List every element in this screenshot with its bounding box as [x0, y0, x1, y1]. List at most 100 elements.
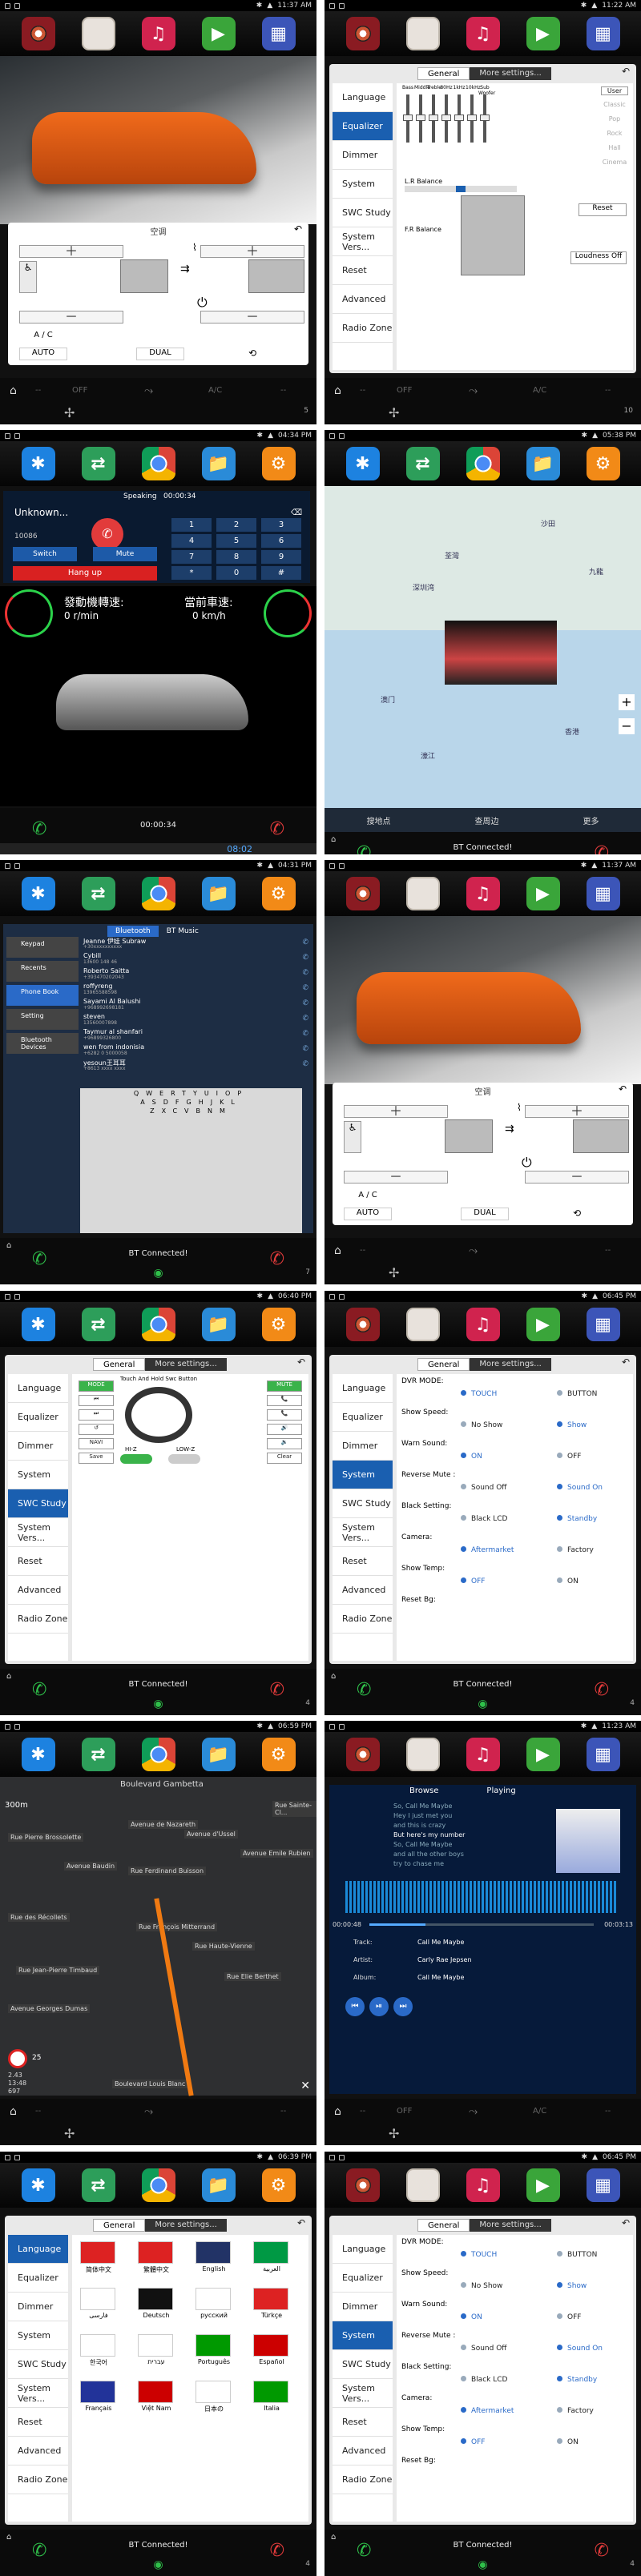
- video-app-icon[interactable]: ▶: [526, 877, 560, 910]
- contact-name[interactable]: Roberto Saitta: [83, 967, 129, 975]
- swc-right-0[interactable]: MUTE: [267, 1380, 302, 1392]
- video-app-icon[interactable]: ▶: [526, 1738, 560, 1771]
- menu-item-3[interactable]: System: [333, 2321, 393, 2350]
- preset-3[interactable]: Rock: [601, 130, 628, 137]
- chrome-app-icon[interactable]: [466, 447, 500, 480]
- lr-balance-slider[interactable]: [405, 186, 517, 192]
- bt-tab-1[interactable]: BT Music: [159, 926, 207, 937]
- mirror-app-icon[interactable]: [405, 1738, 440, 1771]
- settings-app-icon[interactable]: ⚙: [261, 447, 296, 480]
- file-manager-app-icon[interactable]: 📁: [201, 877, 236, 910]
- language-label-1[interactable]: 繁體中文: [135, 2265, 178, 2274]
- menu-item-6[interactable]: Reset: [333, 2408, 393, 2437]
- keyboard-row-text[interactable]: ASDFGHJKL: [140, 1099, 242, 1106]
- apps-grid-icon[interactable]: ▦: [586, 1738, 620, 1771]
- tab-0[interactable]: General: [417, 1358, 470, 1371]
- apps-grid-icon[interactable]: ▦: [261, 17, 296, 50]
- fan-icon[interactable]: ✢: [389, 2126, 399, 2141]
- contact-name[interactable]: Cybill: [83, 952, 101, 959]
- language-label-2[interactable]: English: [192, 2265, 236, 2273]
- music-app-icon[interactable]: ♫: [466, 17, 500, 50]
- menu-item-8[interactable]: Radio Zone: [333, 1605, 393, 1634]
- file-manager-app-icon[interactable]: 📁: [526, 447, 560, 480]
- flag-icon[interactable]: [80, 2381, 115, 2403]
- slider-thumb[interactable]: [441, 115, 451, 121]
- menu-item-3[interactable]: System: [8, 1461, 68, 1489]
- menu-item-4[interactable]: SWC Study: [333, 2350, 393, 2379]
- navigation-app-icon[interactable]: [345, 2168, 380, 2202]
- hiz-toggle[interactable]: [120, 1454, 152, 1464]
- auto-button[interactable]: AUTO: [19, 348, 67, 360]
- contact-name[interactable]: steven: [83, 1013, 105, 1020]
- option-b[interactable]: OFF: [557, 2313, 581, 2321]
- menu-item-6[interactable]: Reset: [8, 2408, 68, 2437]
- fan-mode-icon[interactable]: ⤳: [469, 1244, 478, 1257]
- swc-right-2[interactable]: 📞: [267, 1409, 302, 1421]
- music-tab-0[interactable]: Browse: [409, 1786, 438, 1795]
- menu-item-8[interactable]: Radio Zone: [333, 314, 393, 343]
- call-contact-icon[interactable]: ✆: [302, 1030, 308, 1038]
- option-a[interactable]: OFF: [461, 1577, 485, 1585]
- zoom-out-button[interactable]: −: [619, 718, 635, 734]
- menu-item-4[interactable]: SWC Study: [333, 199, 393, 227]
- preset-0[interactable]: User: [601, 86, 628, 95]
- navigation-app-icon[interactable]: [345, 877, 380, 910]
- option-b[interactable]: BUTTON: [557, 1390, 597, 1398]
- menu-item-2[interactable]: Dimmer: [333, 1432, 393, 1461]
- language-label-10[interactable]: Português: [192, 2358, 236, 2365]
- tab-0[interactable]: General: [417, 2219, 470, 2232]
- key-4[interactable]: 5: [216, 534, 256, 548]
- ac-button[interactable]: A / C: [344, 1191, 392, 1202]
- eq-slider-1[interactable]: [416, 94, 425, 143]
- language-label-6[interactable]: русский: [192, 2312, 236, 2319]
- car-icon[interactable]: ⌂: [334, 1244, 341, 1257]
- music-app-icon[interactable]: ♫: [466, 1738, 500, 1771]
- option-a[interactable]: OFF: [461, 2438, 485, 2446]
- slider-thumb[interactable]: [467, 115, 477, 121]
- temp-minus-right-button[interactable]: －: [200, 311, 304, 324]
- menu-item-5[interactable]: System Vers...: [8, 1518, 68, 1547]
- tab-1[interactable]: More settings...: [470, 2219, 551, 2232]
- fan-icon[interactable]: ✢: [389, 1265, 399, 1280]
- option-b[interactable]: ON: [557, 2438, 579, 2446]
- file-manager-app-icon[interactable]: 📁: [201, 2168, 236, 2202]
- key-3[interactable]: 4: [171, 534, 212, 548]
- option-b[interactable]: Factory: [557, 2407, 594, 2415]
- end-call-icon[interactable]: ✆: [595, 843, 609, 854]
- end-call-icon[interactable]: ✆: [270, 819, 284, 839]
- phone-link-app-icon[interactable]: ⇄: [81, 1738, 115, 1771]
- tab-1[interactable]: More settings...: [145, 1358, 227, 1371]
- mirror-app-icon[interactable]: [405, 2168, 440, 2202]
- back-icon[interactable]: ↶: [622, 1356, 630, 1368]
- video-app-icon[interactable]: ▶: [526, 2168, 560, 2202]
- bt-tab-0[interactable]: Bluetooth: [107, 926, 159, 937]
- preset-4[interactable]: Hall: [601, 144, 628, 151]
- option-a[interactable]: ON: [461, 2313, 482, 2321]
- progress-bar[interactable]: [369, 1923, 594, 1926]
- flag-icon[interactable]: [196, 2288, 231, 2310]
- key-0[interactable]: 1: [171, 518, 212, 532]
- flag-icon[interactable]: [80, 2334, 115, 2357]
- menu-item-1[interactable]: Equalizer: [8, 2264, 68, 2293]
- temp-plus-right-button[interactable]: ＋: [200, 245, 304, 258]
- menu-item-2[interactable]: Dimmer: [8, 2293, 68, 2321]
- option-a[interactable]: Sound Off: [461, 1484, 507, 1492]
- map-b2[interactable]: 查周边: [475, 814, 499, 826]
- tab-1[interactable]: More settings...: [470, 67, 551, 80]
- contact-name[interactable]: roffyreng: [83, 983, 112, 990]
- ac-button[interactable]: A / C: [19, 331, 67, 342]
- airflow-icon[interactable]: ⇉: [505, 1123, 514, 1135]
- language-label-4[interactable]: فارسی: [77, 2312, 120, 2319]
- option-a[interactable]: No Show: [461, 1421, 502, 1429]
- bt-menu-0[interactable]: Keypad: [6, 937, 79, 958]
- menu-item-6[interactable]: Reset: [333, 256, 393, 285]
- video-app-icon[interactable]: ▶: [201, 17, 236, 50]
- phone-link-app-icon[interactable]: ⇄: [81, 877, 115, 910]
- fan-mode-icon[interactable]: ⤳: [469, 384, 478, 397]
- flag-icon[interactable]: [253, 2381, 288, 2403]
- flag-icon[interactable]: [138, 2241, 173, 2264]
- temp-minus-right-button[interactable]: －: [525, 1171, 629, 1184]
- phone-link-app-icon[interactable]: ⇄: [81, 1308, 115, 1341]
- language-label-9[interactable]: עברית: [135, 2358, 178, 2365]
- tab-0[interactable]: General: [93, 1358, 146, 1371]
